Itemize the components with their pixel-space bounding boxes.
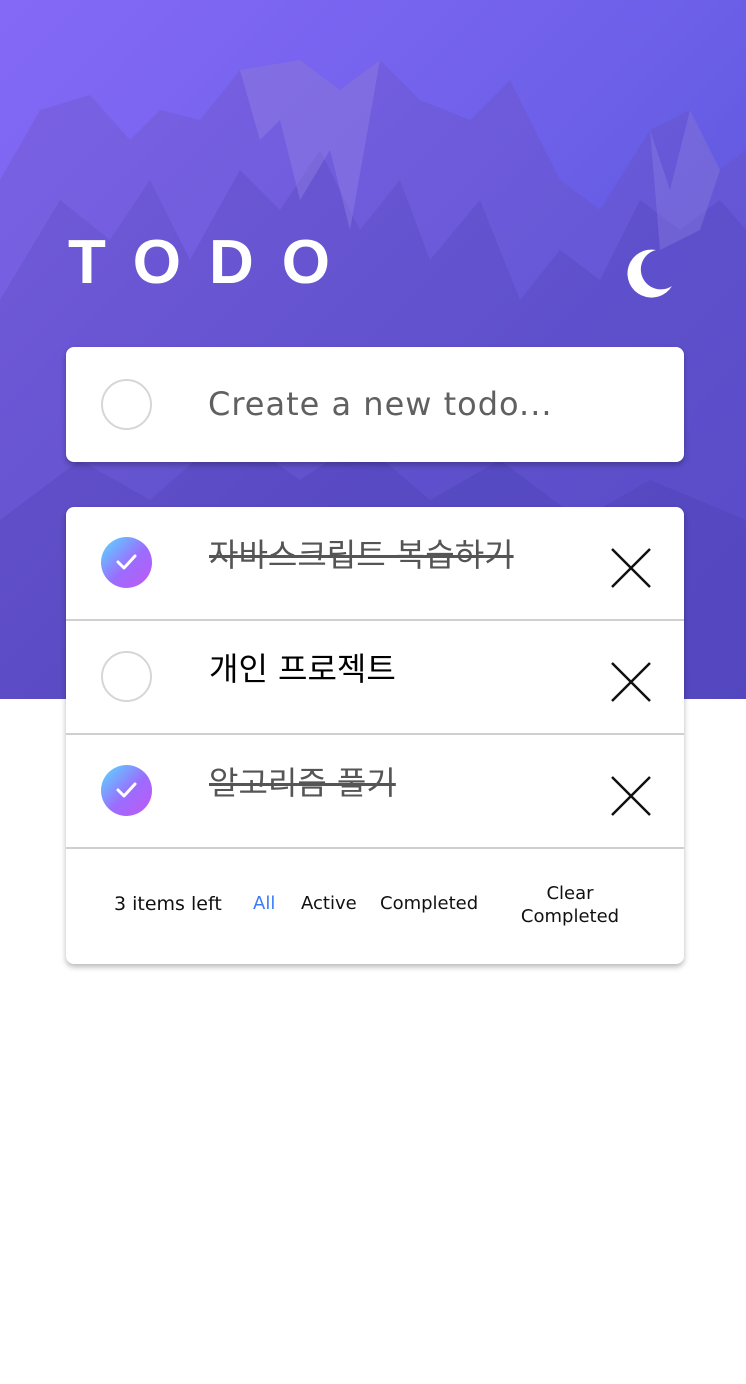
todo-checkbox-checked[interactable] [101, 765, 152, 816]
items-left-count: 3 items left [114, 893, 222, 915]
new-todo-check-circle[interactable] [101, 379, 152, 430]
todo-text: 알고리즘 풀기 [209, 764, 396, 802]
todo-checkbox[interactable] [101, 651, 152, 702]
delete-icon[interactable] [608, 773, 654, 819]
app-title: TODO [68, 228, 358, 297]
todo-checkbox-checked[interactable] [101, 537, 152, 588]
delete-icon[interactable] [608, 659, 654, 705]
list-item: 자바스크립트 복습하기 [66, 507, 684, 621]
list-item: 알고리즘 풀기 [66, 735, 684, 849]
list-item: 개인 프로젝트 [66, 621, 684, 735]
todo-footer: 3 items left All Active Completed Clear … [66, 849, 684, 964]
moon-icon [627, 249, 672, 298]
todo-text: 개인 프로젝트 [209, 650, 396, 688]
todo-text: 자바스크립트 복습하기 [209, 536, 514, 574]
new-todo-input[interactable] [208, 375, 648, 433]
todo-list: 자바스크립트 복습하기 개인 프로젝트 알고리즘 풀기 3 items left… [66, 507, 684, 964]
check-icon [116, 782, 137, 798]
theme-toggle-button[interactable] [620, 244, 676, 300]
new-todo-card [66, 347, 684, 462]
check-icon [116, 554, 137, 570]
delete-icon[interactable] [608, 545, 654, 591]
filter-completed[interactable]: Completed [380, 893, 478, 914]
filter-active[interactable]: Active [301, 893, 357, 914]
clear-completed-button[interactable]: Clear Completed [510, 882, 630, 928]
filter-all[interactable]: All [253, 893, 275, 914]
